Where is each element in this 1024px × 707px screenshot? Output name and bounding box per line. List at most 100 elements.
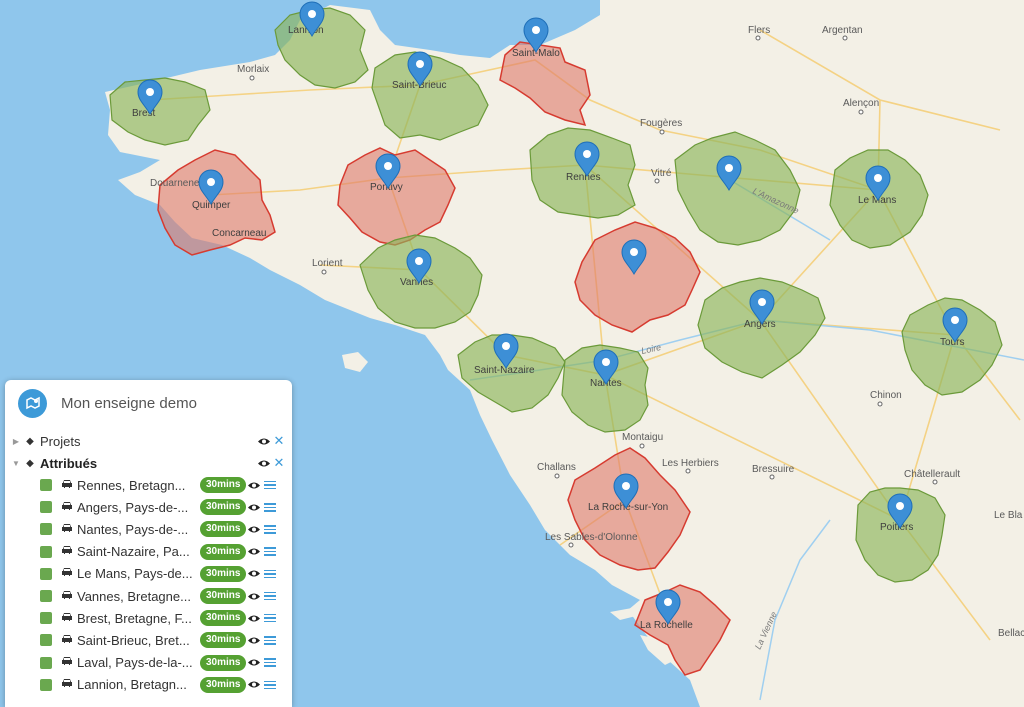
layer-item[interactable]: Nantes, Pays-de-... 30mins xyxy=(5,518,292,540)
travel-time-badge: 30mins xyxy=(200,654,247,671)
travel-time-badge: 30mins xyxy=(200,676,247,693)
color-swatch[interactable] xyxy=(40,678,52,691)
color-swatch[interactable] xyxy=(40,567,52,580)
layer-item-name: Lannion, Bretagn... xyxy=(77,677,187,693)
panel-header: Mon enseigne demo xyxy=(5,380,292,426)
car-icon xyxy=(61,678,75,691)
layer-list: Rennes, Bretagn... 30mins Angers, Pays-d… xyxy=(5,474,292,696)
eye-icon[interactable] xyxy=(246,680,262,690)
car-icon xyxy=(61,590,75,603)
layers-icon: ◆ xyxy=(26,435,34,447)
travel-time-badge: 30mins xyxy=(200,521,247,538)
layer-item-name: Saint-Nazaire, Pa... xyxy=(77,544,190,560)
close-icon[interactable]: ✕ xyxy=(272,455,286,471)
group-projets[interactable]: ▶ ◆ Projets ✕ xyxy=(5,430,292,452)
eye-icon[interactable] xyxy=(256,458,272,468)
menu-icon[interactable] xyxy=(264,569,277,579)
svg-text:Morlaix: Morlaix xyxy=(237,64,269,75)
svg-text:Lorient: Lorient xyxy=(312,258,343,269)
layer-item-name: Le Mans, Pays-de... xyxy=(77,566,193,582)
svg-text:Fougères: Fougères xyxy=(640,118,682,129)
layer-item[interactable]: Le Mans, Pays-de... 30mins xyxy=(5,563,292,585)
brand-logo-icon xyxy=(18,388,47,418)
travel-time-badge: 30mins xyxy=(200,588,247,605)
svg-text:Douarnenez: Douarnenez xyxy=(150,178,204,189)
eye-icon[interactable] xyxy=(246,502,262,512)
svg-text:Saint-Nazaire: Saint-Nazaire xyxy=(474,365,535,376)
color-swatch[interactable] xyxy=(40,479,52,492)
car-icon xyxy=(61,612,75,625)
eye-icon[interactable] xyxy=(246,480,262,490)
menu-icon[interactable] xyxy=(264,613,277,623)
car-icon xyxy=(61,523,75,536)
svg-text:Chinon: Chinon xyxy=(870,390,902,401)
svg-text:Argentan: Argentan xyxy=(822,25,863,36)
layer-item[interactable]: Saint-Nazaire, Pa... 30mins xyxy=(5,541,292,563)
travel-time-badge: 30mins xyxy=(200,477,247,494)
layer-item[interactable]: Brest, Bretagne, F... 30mins xyxy=(5,607,292,629)
svg-text:Bressuire: Bressuire xyxy=(752,464,795,475)
eye-icon[interactable] xyxy=(246,613,262,623)
layer-item-name: Nantes, Pays-de-... xyxy=(77,521,189,537)
svg-text:Châtellerault: Châtellerault xyxy=(904,469,960,480)
group-label: Attribués xyxy=(40,455,98,471)
eye-icon[interactable] xyxy=(246,524,262,534)
group-label: Projets xyxy=(40,433,81,449)
svg-text:Les Sables-d'Olonne: Les Sables-d'Olonne xyxy=(545,532,638,543)
travel-time-badge: 30mins xyxy=(200,610,247,627)
travel-time-badge: 30mins xyxy=(200,632,247,649)
travel-time-badge: 30mins xyxy=(200,499,247,516)
layer-item[interactable]: Lannion, Bretagn... 30mins xyxy=(5,674,292,696)
layer-item-name: Saint-Brieuc, Bret... xyxy=(77,632,190,648)
layer-item-name: Laval, Pays-de-la-... xyxy=(77,655,193,671)
layer-item[interactable]: Saint-Brieuc, Bret... 30mins xyxy=(5,629,292,651)
eye-icon[interactable] xyxy=(256,436,272,446)
menu-icon[interactable] xyxy=(264,480,277,490)
svg-text:Flers: Flers xyxy=(748,25,770,36)
car-icon xyxy=(61,501,75,514)
color-swatch[interactable] xyxy=(40,590,52,603)
svg-text:Les Herbiers: Les Herbiers xyxy=(662,458,719,469)
car-icon xyxy=(61,634,75,647)
car-icon xyxy=(61,479,75,492)
eye-icon[interactable] xyxy=(246,547,262,557)
eye-icon[interactable] xyxy=(246,635,262,645)
color-swatch[interactable] xyxy=(40,545,52,558)
layer-item-name: Angers, Pays-de-... xyxy=(77,499,189,515)
eye-icon[interactable] xyxy=(246,569,262,579)
travel-time-badge: 30mins xyxy=(200,543,247,560)
layer-item-name: Vannes, Bretagne... xyxy=(77,588,191,604)
menu-icon[interactable] xyxy=(264,636,277,645)
layer-item[interactable]: Laval, Pays-de-la-... 30mins xyxy=(5,652,292,674)
group-attribues[interactable]: ▼ ◆ Attribués ✕ xyxy=(5,452,292,474)
color-swatch[interactable] xyxy=(40,656,52,669)
menu-icon[interactable] xyxy=(264,503,277,512)
color-swatch[interactable] xyxy=(40,501,52,514)
menu-icon[interactable] xyxy=(264,547,277,556)
svg-text:Montaigu: Montaigu xyxy=(622,432,663,443)
svg-text:Challans: Challans xyxy=(537,462,576,473)
color-swatch[interactable] xyxy=(40,634,52,647)
eye-icon[interactable] xyxy=(246,658,262,668)
menu-icon[interactable] xyxy=(264,525,277,534)
caret-right-icon[interactable]: ▶ xyxy=(9,437,23,446)
car-icon xyxy=(61,656,75,669)
car-icon xyxy=(61,545,75,558)
close-icon[interactable]: ✕ xyxy=(272,433,286,449)
layer-item[interactable]: Angers, Pays-de-... 30mins xyxy=(5,496,292,518)
eye-icon[interactable] xyxy=(246,591,262,601)
layer-item[interactable]: Vannes, Bretagne... 30mins xyxy=(5,585,292,607)
color-swatch[interactable] xyxy=(40,523,52,536)
menu-icon[interactable] xyxy=(264,680,277,690)
menu-icon[interactable] xyxy=(264,591,277,601)
car-icon xyxy=(61,567,75,580)
svg-text:Rennes: Rennes xyxy=(566,172,600,183)
menu-icon[interactable] xyxy=(264,658,277,667)
layers-panel: Mon enseigne demo ▶ ◆ Projets ✕ ▼ ◆ Attr… xyxy=(5,380,292,707)
layer-item-name: Brest, Bretagne, F... xyxy=(77,610,192,626)
color-swatch[interactable] xyxy=(40,612,52,625)
layer-item-name: Rennes, Bretagn... xyxy=(77,477,186,493)
layer-item[interactable]: Rennes, Bretagn... 30mins xyxy=(5,474,292,496)
svg-text:Alençon: Alençon xyxy=(843,98,879,109)
caret-down-icon[interactable]: ▼ xyxy=(9,459,23,468)
